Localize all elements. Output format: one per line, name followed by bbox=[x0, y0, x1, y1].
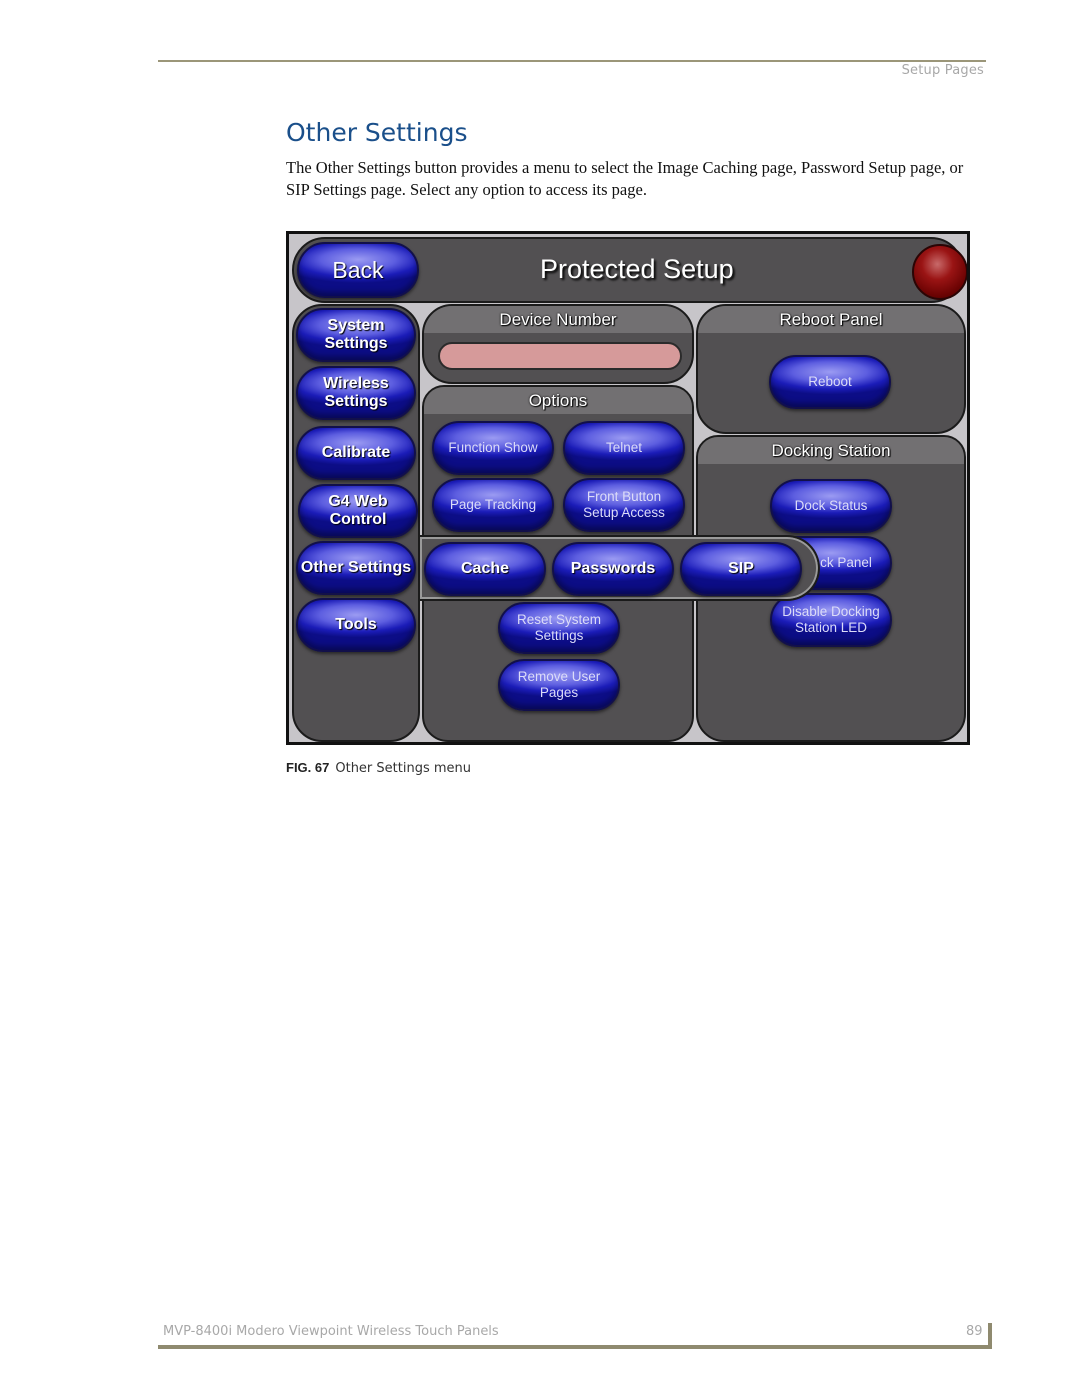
header-rule bbox=[158, 60, 986, 62]
remove-user-pages-button[interactable]: Remove User Pages bbox=[498, 659, 620, 711]
footer-rule bbox=[158, 1345, 992, 1349]
sip-button[interactable]: SIP bbox=[680, 542, 802, 596]
sidebar: System Settings Wireless Settings Calibr… bbox=[292, 304, 420, 742]
reboot-panel-header: Reboot Panel bbox=[698, 306, 964, 333]
sidebar-item-other-settings[interactable]: Other Settings bbox=[296, 541, 416, 595]
options-header: Options bbox=[424, 387, 692, 414]
section-title: Other Settings bbox=[286, 118, 468, 147]
device-number-section: Device Number bbox=[422, 304, 694, 384]
reset-system-settings-button[interactable]: Reset System Settings bbox=[498, 602, 620, 654]
function-show-button[interactable]: Function Show bbox=[432, 421, 554, 475]
running-head: Setup Pages bbox=[901, 63, 984, 78]
front-button-setup-access-button[interactable]: Front Button Setup Access bbox=[563, 478, 685, 532]
passwords-button[interactable]: Passwords bbox=[552, 542, 674, 596]
options-lower-section: Reset System Settings Remove User Pages bbox=[422, 594, 694, 742]
sidebar-item-calibrate[interactable]: Calibrate bbox=[296, 426, 416, 480]
panel-title: Protected Setup bbox=[540, 254, 734, 284]
status-orb-icon bbox=[912, 244, 967, 300]
reboot-panel-section: Reboot Panel Reboot bbox=[696, 304, 966, 434]
figure-number: FIG. 67 bbox=[286, 760, 330, 775]
touch-panel-screenshot: Back Protected Setup System Settings Wir… bbox=[286, 231, 970, 745]
body-paragraph: The Other Settings button provides a men… bbox=[286, 158, 964, 199]
figure-caption-text: Other Settings menu bbox=[335, 761, 471, 776]
sidebar-item-g4-web-control[interactable]: G4 Web Control bbox=[298, 484, 418, 538]
device-number-header: Device Number bbox=[424, 306, 692, 333]
docking-station-header: Docking Station bbox=[698, 437, 964, 464]
reboot-button[interactable]: Reboot bbox=[769, 355, 891, 409]
footer-title: MVP-8400i Modero Viewpoint Wireless Touc… bbox=[163, 1324, 499, 1339]
device-number-field[interactable] bbox=[438, 342, 682, 370]
sidebar-item-wireless-settings[interactable]: Wireless Settings bbox=[296, 366, 416, 420]
sidebar-item-tools[interactable]: Tools bbox=[296, 598, 416, 652]
sidebar-item-system-settings[interactable]: System Settings bbox=[296, 308, 416, 362]
other-settings-popup-menu: Cache Passwords SIP bbox=[420, 535, 820, 601]
figure-caption: FIG. 67 Other Settings menu bbox=[286, 760, 471, 776]
page-tracking-button[interactable]: Page Tracking bbox=[432, 478, 554, 532]
telnet-button[interactable]: Telnet bbox=[563, 421, 685, 475]
title-bar: Back Protected Setup bbox=[292, 237, 967, 303]
back-button[interactable]: Back bbox=[297, 242, 419, 298]
cache-button[interactable]: Cache bbox=[424, 542, 546, 596]
disable-docking-station-led-button[interactable]: Disable Docking Station LED bbox=[770, 593, 892, 647]
page-number: 89 bbox=[966, 1324, 983, 1339]
dock-status-button[interactable]: Dock Status bbox=[770, 479, 892, 533]
